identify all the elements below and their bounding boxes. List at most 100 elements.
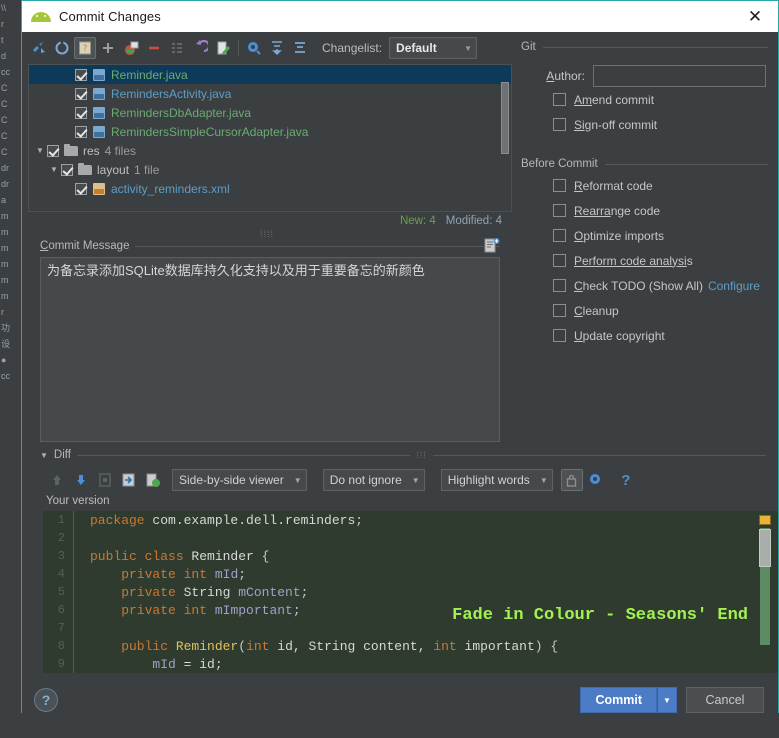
checkbox-row-cleanup[interactable]: Cleanup: [521, 298, 778, 323]
line-number: 9: [57, 657, 65, 671]
whitespace-mode-select[interactable]: Do not ignore ▼: [322, 469, 425, 491]
editor-scrollbar[interactable]: [758, 511, 772, 673]
your-version-label: Your version: [46, 495, 110, 507]
code-line: 3 public class Reminder {: [43, 547, 778, 565]
tree-row-checkbox[interactable]: [47, 144, 59, 157]
checkbox-row-check-todo[interactable]: Check TODO (Show All) Configure: [521, 273, 778, 298]
next-difference-icon[interactable]: [70, 469, 92, 491]
amend-commit-checkbox[interactable]: [553, 93, 566, 106]
delete-icon[interactable]: [143, 37, 165, 59]
tree-row[interactable]: ▼ res 4 files: [29, 141, 511, 160]
annotate-icon[interactable]: [142, 469, 164, 491]
checkbox-row-update-copyright[interactable]: Update copyright: [521, 323, 778, 348]
line-number: 6: [57, 603, 65, 617]
before-commit-options-list: Reformat code Rearrange code Optimize impo…: [521, 173, 778, 348]
settings-icon[interactable]: [243, 37, 265, 59]
previous-difference-icon[interactable]: [46, 469, 68, 491]
code-line: 6 private int mImportant;: [43, 601, 778, 619]
diff-code-editor[interactable]: 1 package com.example.dell.reminders; 2 3 pu…: [43, 511, 778, 673]
collapse-icon[interactable]: [166, 37, 188, 59]
rearrange-code-checkbox[interactable]: [553, 204, 566, 217]
changelist-select[interactable]: Default ▼: [389, 37, 478, 59]
changed-files-tree[interactable]: Reminder.java RemindersActivity.java Remin…: [28, 64, 512, 212]
update-copyright-checkbox[interactable]: [553, 329, 566, 342]
help-button[interactable]: ?: [34, 688, 58, 712]
refresh-icon[interactable]: [51, 37, 73, 59]
accept-left-icon[interactable]: [94, 469, 116, 491]
expand-all-icon[interactable]: [266, 37, 288, 59]
reformat-code-checkbox[interactable]: [553, 179, 566, 192]
commit-button[interactable]: Commit: [580, 687, 657, 713]
tree-row[interactable]: activity_reminders.xml: [29, 179, 511, 198]
code-line: 1 package com.example.dell.reminders;: [43, 511, 778, 529]
move-to-changelist-icon[interactable]: [120, 37, 142, 59]
sign-off-commit-checkbox[interactable]: [553, 118, 566, 131]
collapse-all-icon[interactable]: [289, 37, 311, 59]
group-by-directory-icon[interactable]: ?: [74, 37, 96, 59]
gear-icon[interactable]: [585, 469, 607, 491]
author-field[interactable]: [593, 65, 766, 87]
tree-row-count: 1 file: [134, 162, 160, 177]
dialog-footer: ? Commit ▼ Cancel: [22, 673, 778, 727]
tree-row[interactable]: RemindersActivity.java: [29, 84, 511, 103]
gutter-separator: [73, 529, 74, 547]
tree-row-checkbox[interactable]: [61, 163, 73, 176]
tree-row-checkbox[interactable]: [75, 125, 87, 138]
cancel-button[interactable]: Cancel: [686, 687, 764, 713]
highlight-mode-select[interactable]: Highlight words ▼: [440, 469, 553, 491]
checkbox-row-reformat-code[interactable]: Reformat code: [521, 173, 778, 198]
new-message-icon[interactable]: [484, 238, 500, 253]
optimize-imports-checkbox[interactable]: [553, 229, 566, 242]
new-count: New: 4: [399, 215, 436, 227]
edit-source-icon[interactable]: [212, 37, 234, 59]
tree-row-checkbox[interactable]: [75, 87, 87, 100]
tree-row[interactable]: RemindersSimpleCursorAdapter.java: [29, 122, 511, 141]
checkbox-row-amend-commit[interactable]: Amend commit: [521, 87, 778, 112]
tree-twisty-icon[interactable]: ▼: [33, 146, 47, 155]
lock-icon[interactable]: [560, 469, 583, 491]
tree-row[interactable]: ▼ layout 1 file: [29, 160, 511, 179]
revert-icon[interactable]: [189, 37, 211, 59]
tree-row[interactable]: RemindersDbAdapter.java: [29, 103, 511, 122]
close-icon[interactable]: ✕: [732, 1, 778, 32]
horizontal-splitter[interactable]: ⁞⁞⁞⁞: [22, 229, 512, 239]
commit-dropdown-icon[interactable]: ▼: [657, 687, 677, 713]
author-row: Author:: [521, 65, 778, 87]
checkbox-row-perform-code-analysis[interactable]: Perform code analysis: [521, 248, 778, 273]
checkbox-row-optimize-imports[interactable]: Optimize imports: [521, 223, 778, 248]
checkbox-row-sign-off-commit[interactable]: Sign-off commit: [521, 112, 778, 137]
tree-scrollbar[interactable]: [500, 82, 510, 210]
commit-message-input[interactable]: 为备忘录添加SQLite数据库持久化支持以及用于重要备忘的新颜色: [40, 257, 500, 442]
editor-scrollbar-thumb[interactable]: [759, 529, 771, 567]
code-text: private int mId;: [90, 566, 247, 582]
code-text: private String mContent;: [90, 584, 309, 600]
tree-row[interactable]: Reminder.java: [29, 65, 511, 84]
diff-section-header[interactable]: ▼ Diff ⁞⁞⁞: [40, 445, 767, 465]
show-diff-icon[interactable]: [28, 37, 50, 59]
background-text-line: m: [1, 227, 9, 237]
append-icon[interactable]: [118, 469, 140, 491]
check-todo-checkbox[interactable]: [553, 279, 566, 292]
change-counts: New: 4 Modified: 4: [28, 212, 512, 230]
before-commit-group-header: Before Commit: [521, 155, 778, 173]
commit-button-group[interactable]: Commit ▼: [580, 687, 677, 713]
cleanup-checkbox[interactable]: [553, 304, 566, 317]
perform-code-analysis-checkbox[interactable]: [553, 254, 566, 267]
checkbox-row-rearrange-code[interactable]: Rearrange code: [521, 198, 778, 223]
tree-twisty-icon[interactable]: ▼: [47, 165, 61, 174]
tree-row-checkbox[interactable]: [75, 182, 87, 195]
configure-link[interactable]: Configure: [708, 279, 760, 293]
background-text-line: \\: [1, 3, 7, 13]
whitespace-mode-value: Do not ignore: [329, 473, 402, 487]
editor-marker[interactable]: [759, 515, 771, 525]
chevron-down-icon[interactable]: ▼: [40, 451, 48, 460]
tree-scrollbar-thumb[interactable]: [501, 82, 509, 154]
tree-row-checkbox[interactable]: [75, 106, 87, 119]
viewer-mode-select[interactable]: Side-by-side viewer ▼: [172, 469, 307, 491]
question-icon[interactable]: ?: [615, 469, 637, 491]
add-icon[interactable]: [97, 37, 119, 59]
diff-splitter[interactable]: ⁞⁞⁞: [416, 450, 427, 460]
tree-row-checkbox[interactable]: [75, 68, 87, 81]
tree-row-name: activity_reminders.xml: [111, 181, 230, 196]
code-line: 9 mId = id;: [43, 655, 778, 673]
